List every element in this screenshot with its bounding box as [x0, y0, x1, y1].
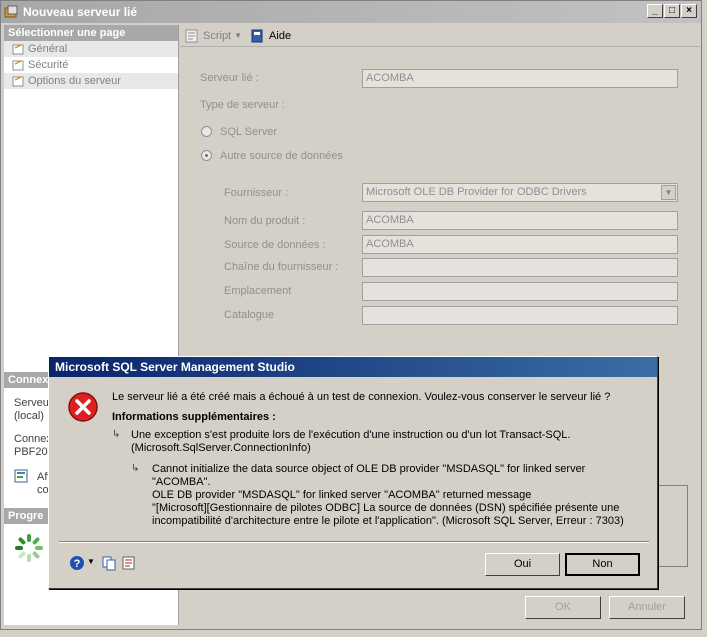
help-icon[interactable]: ?	[69, 555, 85, 571]
source-input[interactable]: ACOMBA	[362, 235, 678, 254]
produit-label: Nom du produit :	[224, 215, 306, 227]
type-serveur-label: Type de serveur :	[200, 99, 285, 111]
page-icon	[12, 60, 24, 71]
serveur-label: Serveu	[14, 397, 49, 409]
error-dialog: Microsoft SQL Server Management Studio L…	[48, 356, 658, 589]
title-bar: Nouveau serveur lié _ □ ×	[1, 1, 701, 23]
close-button[interactable]: ×	[681, 4, 697, 18]
catalogue-input[interactable]	[362, 306, 678, 325]
autre-source-label: Autre source de données	[220, 150, 343, 162]
detail-line-2: "ACOMBA".	[152, 476, 211, 488]
detail-line-3: OLE DB provider "MSDASQL" for linked ser…	[152, 489, 532, 501]
page-item-label: Sécurité	[28, 59, 69, 71]
copy-icon[interactable]	[101, 555, 117, 571]
page-item-general[interactable]: Général	[4, 41, 178, 57]
emplacement-input[interactable]	[362, 282, 678, 301]
script-button[interactable]: Script ▼	[184, 28, 242, 44]
toolbar: Script ▼ Aide	[180, 25, 700, 47]
error-icon	[68, 392, 98, 422]
page-item-label: Options du serveur	[28, 75, 121, 87]
script-icon	[185, 29, 198, 42]
emplacement-label: Emplacement	[224, 285, 292, 297]
chevron-down-icon[interactable]: ▼	[87, 557, 95, 566]
tree-arrow-icon: ↳	[131, 463, 140, 474]
page-item-securite[interactable]: Sécurité	[4, 57, 178, 73]
chevron-down-icon[interactable]: ▼	[661, 185, 676, 200]
progress-spinner-icon	[15, 534, 43, 562]
detail-line-1: Cannot initialize the data source object…	[152, 463, 586, 475]
detail-line-5: incompatibilité d'architecture entre le …	[152, 515, 624, 527]
svg-text:?: ?	[74, 558, 81, 570]
oui-button[interactable]: Oui	[485, 553, 560, 576]
dialog-separator	[59, 541, 649, 543]
page-item-options[interactable]: Options du serveur	[4, 73, 178, 89]
chevron-down-icon: ▼	[234, 31, 243, 40]
aide-label: Aide	[269, 29, 292, 42]
fournisseur-label: Fournisseur :	[224, 187, 289, 199]
page-item-label: Général	[28, 43, 68, 55]
script-label: Script	[203, 29, 232, 42]
window-title: Nouveau serveur lié	[23, 5, 138, 19]
properties-icon[interactable]	[14, 469, 30, 485]
page-selector-header: Sélectionner une page	[4, 25, 178, 41]
produit-input[interactable]: ACOMBA	[362, 211, 678, 230]
catalogue-label: Catalogue	[224, 309, 275, 321]
chaine-label: Chaîne du fournisseur :	[224, 261, 339, 273]
connexion-label: Connex	[14, 433, 52, 445]
help-book-icon	[251, 29, 263, 42]
autre-source-radio[interactable]	[201, 150, 212, 161]
right-strip	[698, 165, 700, 445]
dialog-message: Le serveur lié a été créé mais a échoué …	[112, 391, 611, 403]
dialog-title: Microsoft SQL Server Management Studio	[49, 357, 657, 377]
server-icon	[4, 5, 18, 18]
info-header: Informations supplémentaires :	[112, 411, 276, 423]
sql-server-radio[interactable]	[201, 126, 212, 137]
exception-line-2: (Microsoft.SqlServer.ConnectionInfo)	[131, 442, 311, 454]
fournisseur-value: Microsoft OLE DB Provider for ODBC Drive…	[366, 186, 587, 198]
sql-server-label: SQL Server	[220, 126, 278, 138]
source-label: Source de données :	[224, 239, 326, 251]
minimize-button[interactable]: _	[647, 4, 663, 18]
serveur-lie-label: Serveur lié :	[200, 72, 259, 84]
maximize-button[interactable]: □	[664, 4, 680, 18]
tree-arrow-icon: ↳	[112, 429, 121, 440]
afficher-link-2[interactable]: co	[37, 484, 49, 497]
exception-line-1: Une exception s'est produite lors de l'e…	[131, 429, 571, 441]
details-icon[interactable]	[121, 555, 137, 571]
page-icon	[12, 44, 24, 55]
annuler-button[interactable]: Annuler	[609, 596, 685, 619]
serveur-lie-input[interactable]: ACOMBA	[362, 69, 678, 88]
chaine-input[interactable]	[362, 258, 678, 277]
non-button[interactable]: Non	[565, 553, 640, 576]
serveur-value: (local)	[14, 410, 44, 422]
aide-button[interactable]: Aide	[250, 28, 291, 44]
fournisseur-select[interactable]: Microsoft OLE DB Provider for ODBC Drive…	[362, 183, 678, 202]
ok-button[interactable]: OK	[525, 596, 601, 619]
detail-line-4: "[Microsoft][Gestionnaire de pilotes ODB…	[152, 502, 620, 514]
page-icon	[12, 76, 24, 87]
